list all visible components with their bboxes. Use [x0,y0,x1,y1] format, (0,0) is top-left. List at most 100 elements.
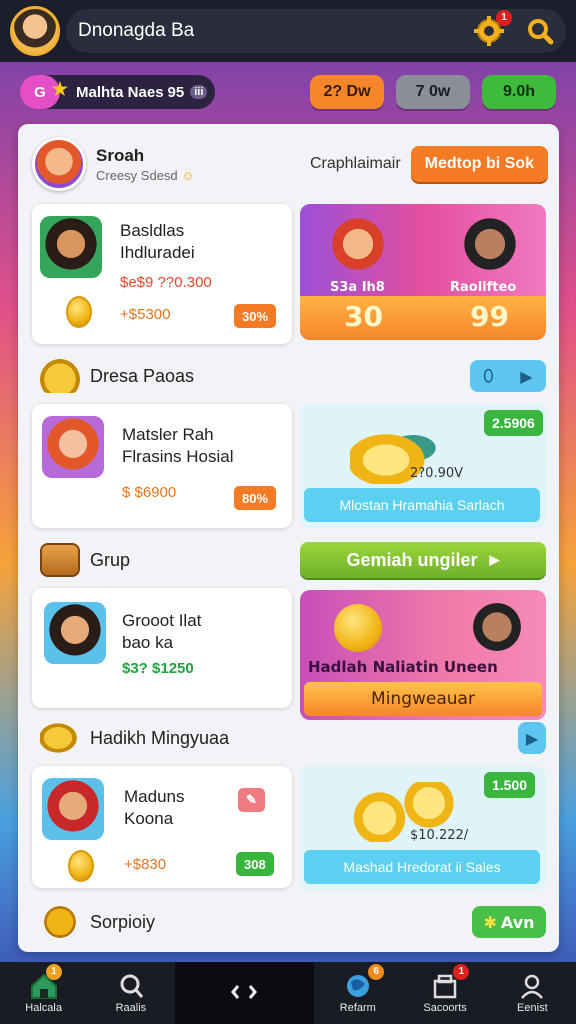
character-portrait-3 [44,602,106,664]
bottom-nav: 1 Halcala Raalis 6 Refarm 1 Sacoorts Een… [0,962,576,1024]
smile-icon: ☺ [181,167,195,183]
currency-row: G ★ Malhta Naes 95 iii 2? Dw 7 0w 9.0h [0,66,576,118]
section-1-button[interactable]: ⬯ ▶ [470,360,546,392]
card-3-price: $3? $1250 [122,660,194,677]
top-bar: Dnonagda Ba 1 [0,0,576,62]
currency-button-1[interactable]: 2? Dw [310,75,384,109]
card-1-tag: 30% [234,304,277,328]
arrow-right-icon: ▶ [520,366,533,386]
treasure-icon [40,359,80,393]
promo-card-3[interactable]: Hadlah Naliatin Uneen Mingweauar [300,590,546,720]
promo-card-2[interactable]: 2.5906 2?0.90V Mlostan Hramahia Sarlach [300,404,546,528]
promo-1-left-character [328,214,388,274]
page-title: Dnonagda Ba [78,20,195,41]
coin-icon [334,604,382,652]
offer-card-3[interactable]: Grooot Ilat bao ka $3? $1250 [32,588,292,708]
promo-2-caption: 2?0.90V [410,466,464,481]
profile-right-label: Craphlaimair [309,155,401,172]
promo-2-bar[interactable]: Mlostan Hramahia Sarlach [304,488,540,522]
promo-4-bar[interactable]: Mashad Hredorat ii Sales [304,850,540,884]
promo-card-4[interactable]: 1.500 $10.222/ Mashad Hredorat ii Sales [300,766,546,890]
promo-2-chip: 2.5906 [484,410,543,436]
promo-4-caption: $10.222/ [410,828,469,843]
arrow-right-icon: ▶ [525,728,539,748]
profile-avatar[interactable] [32,137,86,191]
section-1-title: Dresa Paoas [90,365,195,386]
nav-center[interactable] [174,962,315,1024]
player-name: Malhta Naes [76,83,164,101]
profile-name: Sroah [96,145,145,165]
player-pill[interactable]: G ★ Malhta Naes 95 iii [20,75,216,109]
promo-1-bar [300,296,546,340]
promo-4-chip: 1.500 [484,772,536,798]
star-icon: ★ [51,79,68,99]
nav-search-label: Raalis [115,1002,147,1014]
currency-button-3[interactable]: 9.0h [482,75,556,109]
section-sorpioiy: Sorpioiy ✱ Avn [40,902,546,942]
title-bar: Dnonagda Ba 1 [66,9,566,53]
character-portrait-promo-3 [470,600,524,654]
settings-badge: 1 [496,10,512,26]
settings-button[interactable]: 1 [474,10,512,46]
promo-3-bar[interactable]: Mingweauar [304,682,542,716]
arrow-right-icon: ▶ [489,552,500,567]
nav-home[interactable]: 1 Halcala [0,962,87,1024]
coin-icon [66,296,92,328]
nav-refarm-badge: 6 [368,964,385,980]
card-2-title: Matsler Rah Flrasins Hosial [122,425,234,466]
card-1-price-top: $e$9 ??0.300 [120,274,212,291]
nav-scores-badge: 1 [453,964,470,980]
nav-search[interactable]: Raalis [87,962,174,1024]
section-dresa-paoas: Dresa Paoas ⬯ ▶ [40,356,546,396]
offer-card-2[interactable]: Matsler Rah Flrasins Hosial $ $6900 80% [32,404,292,528]
section-4-button[interactable]: ✱ Avn [472,906,546,938]
search-icon[interactable] [526,17,554,45]
section-2-action[interactable]: Gemiah ungiler ▶ [300,542,546,578]
profile-subtitle: Creesy Sdesd ☺ [96,167,195,183]
offer-card-4[interactable]: Maduns Koona ✎ +$830 308 [32,766,292,888]
section-3-title: Hadikh Mingyuaa [90,727,230,748]
person-icon [521,974,544,999]
main-panel: Sroah Creesy Sdesd ☺ Craphlaimair Medtop… [18,124,559,952]
card-1-price-bottom: +$5300 [120,306,171,323]
level-letter: G [34,83,46,101]
card-4-title: Maduns Koona [124,787,185,828]
cookie-icon [40,905,80,939]
card-1-title: Basldlas Ihdluradei [120,221,195,262]
nav-home-label: Halcala [25,1002,62,1014]
section-hadikh-mingyuaa: Hadikh Mingyuaa ▶ [40,718,546,758]
chest-icon [40,543,80,577]
section-2-title: Grup [90,549,131,570]
section-4-title: Sorpioiy [90,911,156,932]
nav-home-badge: 1 [46,964,62,980]
profile-header: Sroah Creesy Sdesd ☺ Craphlaimair Medtop… [32,136,548,192]
promo-1-left-value: 30 [344,300,383,333]
player-avatar[interactable] [10,6,60,56]
nav-scores[interactable]: 1 Sacoorts [401,962,488,1024]
nav-refarm-label: Refarm [339,1002,376,1014]
player-number: 95 [167,83,185,101]
offer-card-1[interactable]: Basldlas Ihdluradei $e$9 ??0.300 +$5300 … [32,204,292,344]
nav-profile-label: Eenist [517,1002,548,1014]
coin-bag-icon [40,721,80,755]
promo-1-right-label: Raolifteo [450,280,517,295]
swap-icon [231,985,258,999]
profile-action-button[interactable]: Medtop bi Sok [410,146,548,182]
character-portrait-1 [40,216,102,278]
currency-button-2[interactable]: 7 0w [396,75,470,109]
level-badge: G ★ [20,75,68,109]
nav-refarm[interactable]: 6 Refarm [314,962,401,1024]
profile-actions: Craphlaimair Medtop bi Sok [310,146,548,182]
promo-card-1[interactable]: S3a Ih8 Raolifteo 30 99 [300,204,546,340]
section-3-button[interactable]: ▶ [518,722,546,754]
nav-profile[interactable]: Eenist [489,962,576,1024]
card-3-title: Grooot Ilat bao ka [122,611,202,652]
promo-1-right-value: 99 [470,300,509,333]
character-portrait-2 [42,416,104,478]
pin-icon: ⬯ [483,366,494,385]
promo-1-right-character [460,214,520,274]
pencil-icon: ✎ [246,792,257,807]
character-portrait-4 [42,778,104,840]
promo-3-title: Hadlah Naliatin Uneen [308,658,498,676]
card-4-tag: 308 [236,852,274,876]
